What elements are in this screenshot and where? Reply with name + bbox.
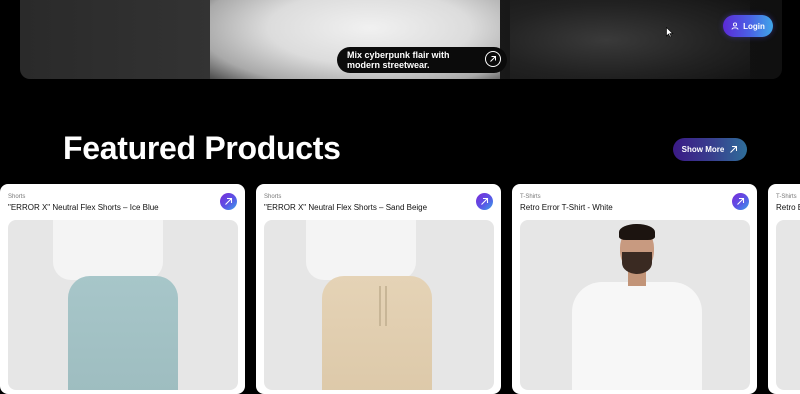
product-card[interactable]: Shorts "ERROR X" Neutral Flex Shorts – S…: [256, 184, 501, 394]
product-category: Shorts: [8, 194, 26, 200]
show-more-label: Show More: [681, 145, 725, 154]
show-more-button[interactable]: Show More: [673, 138, 747, 161]
product-image[interactable]: [776, 220, 800, 390]
open-product-icon[interactable]: [732, 193, 749, 210]
product-card[interactable]: Shorts "ERROR X" Neutral Flex Shorts – I…: [0, 184, 245, 394]
open-product-icon[interactable]: [220, 193, 237, 210]
product-name[interactable]: "ERROR X" Neutral Flex Shorts – Sand Bei…: [264, 203, 427, 212]
product-category: T-Shirts: [776, 194, 797, 200]
product-name[interactable]: "ERROR X" Neutral Flex Shorts – Ice Blue: [8, 203, 159, 212]
user-icon: [731, 22, 739, 30]
arrow-up-right-icon[interactable]: [485, 51, 501, 67]
hero-banner: Mix cyberpunk flair with modern streetwe…: [20, 0, 782, 79]
product-image[interactable]: [8, 220, 238, 390]
product-category: Shorts: [264, 194, 282, 200]
hero-caption-pill[interactable]: Mix cyberpunk flair with modern streetwe…: [337, 47, 507, 73]
hero-caption-text: Mix cyberpunk flair with modern streetwe…: [347, 50, 450, 70]
product-image[interactable]: [264, 220, 494, 390]
product-card[interactable]: T-Shirts Retro Error T-Shirt - White: [512, 184, 757, 394]
login-button[interactable]: Login: [723, 15, 773, 37]
mouse-cursor-icon: [666, 27, 674, 38]
product-name[interactable]: Retro Error T-Shirt - White: [520, 203, 613, 212]
open-product-icon[interactable]: [476, 193, 493, 210]
arrow-up-right-icon: [730, 146, 738, 153]
hero-image-model-dark: [510, 0, 750, 79]
product-name[interactable]: Retro E: [776, 203, 800, 212]
product-category: T-Shirts: [520, 194, 541, 200]
login-label: Login: [743, 21, 765, 31]
featured-products-heading: Featured Products: [63, 130, 341, 166]
product-card[interactable]: T-Shirts Retro E: [768, 184, 800, 394]
product-image[interactable]: [520, 220, 750, 390]
